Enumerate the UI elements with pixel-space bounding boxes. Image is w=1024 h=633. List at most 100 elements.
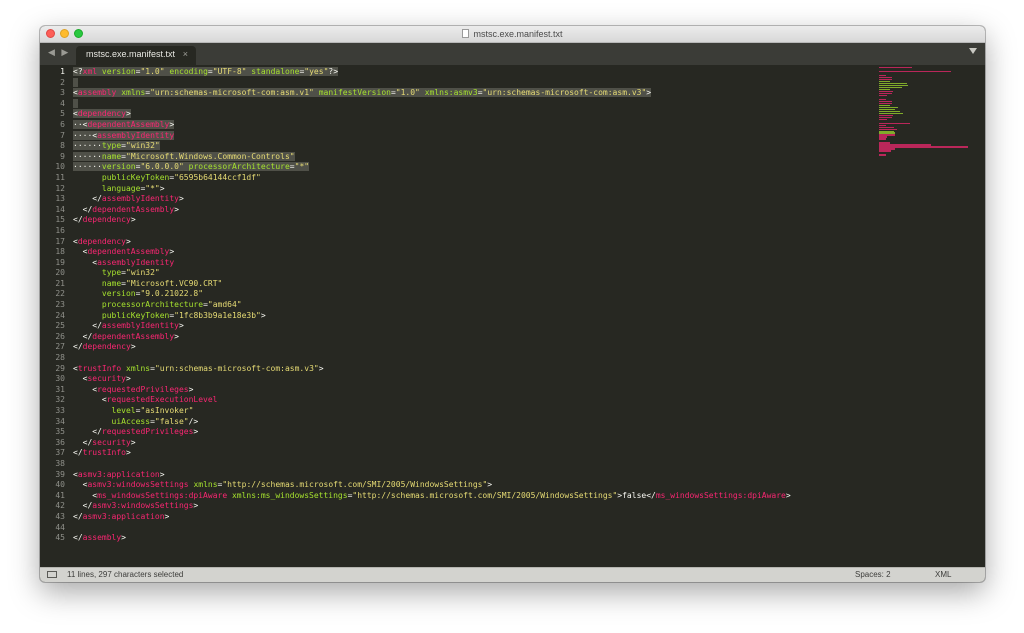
code-line[interactable] xyxy=(73,353,873,364)
code-token: "1.0" xyxy=(395,88,420,98)
code-token: > xyxy=(126,109,131,119)
code-line[interactable]: </trustInfo> xyxy=(73,448,873,459)
minimap-line xyxy=(879,118,887,120)
code-line[interactable]: <security> xyxy=(73,374,873,385)
line-number: 11 xyxy=(55,172,65,182)
minimap-line xyxy=(879,67,912,69)
code-line[interactable]: ····<assemblyIdentity xyxy=(73,130,873,142)
line-number: 42 xyxy=(55,501,65,511)
indentation-status[interactable]: Spaces: 2 xyxy=(855,570,891,579)
code-line[interactable]: <?xml version="1.0" encoding="UTF-8" sta… xyxy=(73,67,873,78)
code-token: "false" xyxy=(154,416,189,426)
code-line[interactable]: version="9.0.21022.8" xyxy=(73,289,873,300)
code-line[interactable] xyxy=(73,226,873,237)
code-token: xmlns:asmv3 xyxy=(424,88,478,98)
code-token: > xyxy=(785,490,791,500)
code-line[interactable]: publicKeyToken="6595b64144ccf1df" xyxy=(73,173,873,184)
code-area[interactable]: <?xml version="1.0" encoding="UTF-8" sta… xyxy=(73,67,873,544)
tab-nav-arrows-icon[interactable]: ◀ ▶ xyxy=(48,47,70,58)
code-token: "urn:schemas-microsoft-com:asm.v1" xyxy=(150,88,314,98)
panel-toggle-icon[interactable] xyxy=(47,571,57,578)
tab-menu-chevron-down-icon[interactable] xyxy=(969,48,977,54)
code-line[interactable]: <asmv3:windowsSettings xmlns="http://sch… xyxy=(73,480,873,491)
code-line[interactable]: </asmv3:windowsSettings> xyxy=(73,501,873,512)
code-token: </ xyxy=(73,448,83,458)
code-line[interactable]: </requestedPrivileges> xyxy=(73,427,873,438)
code-token: < xyxy=(73,257,98,267)
code-token: processorArchitecture xyxy=(101,300,204,310)
code-token: security xyxy=(92,437,131,447)
code-token: > xyxy=(487,480,493,490)
code-token: "6595b64144ccf1df" xyxy=(174,172,261,182)
code-line[interactable]: </dependency> xyxy=(73,342,873,353)
code-token: dependentAssembly xyxy=(87,119,170,129)
code-line[interactable]: type="win32" xyxy=(73,268,873,279)
code-line[interactable]: <assembly xmlns="urn:schemas-microsoft-c… xyxy=(73,88,873,99)
code-token: trustInfo xyxy=(82,448,126,458)
code-line[interactable]: language="*"> xyxy=(73,184,873,195)
code-token: publicKeyToken xyxy=(101,172,170,182)
code-line[interactable]: name="Microsoft.VC90.CRT" xyxy=(73,279,873,290)
code-line[interactable] xyxy=(73,523,873,534)
code-line[interactable]: <requestedPrivileges> xyxy=(73,385,873,396)
line-number: 30 xyxy=(55,374,65,384)
code-token: assembly xyxy=(82,533,122,543)
line-number: 3 xyxy=(60,88,65,98)
code-line[interactable]: <dependentAssembly> xyxy=(73,247,873,258)
code-editor[interactable]: 1 2 3 4 5 6 7 8 9 10 11 12 13 14 15 16 17 18 19 20 21 22 23 24 2… xyxy=(40,65,985,567)
code-token: < xyxy=(73,374,88,384)
code-line[interactable]: uiAccess="false"/> xyxy=(73,417,873,428)
code-line[interactable]: </dependency> xyxy=(73,215,873,226)
line-number: 44 xyxy=(55,522,65,532)
code-line[interactable]: ······type="win32" xyxy=(73,141,873,152)
line-number: 38 xyxy=(55,458,65,468)
code-line[interactable]: <requestedExecutionLevel xyxy=(73,395,873,406)
code-line[interactable]: <assemblyIdentity xyxy=(73,258,873,269)
code-token: dependentAssembly xyxy=(87,247,170,257)
code-line[interactable]: ······version="6.0.0.0" processorArchite… xyxy=(73,162,873,173)
code-line[interactable]: </assemblyIdentity> xyxy=(73,194,873,205)
code-line[interactable]: </asmv3:application> xyxy=(73,512,873,523)
code-token: publicKeyToken xyxy=(101,310,170,320)
code-line[interactable]: <ms_windowsSettings:dpiAware xmlns:ms_wi… xyxy=(73,491,873,502)
code-line[interactable]: <dependency> xyxy=(73,237,873,248)
minimap-line xyxy=(879,154,886,156)
code-token: requestedPrivileges xyxy=(97,384,189,394)
code-token: version xyxy=(101,289,136,299)
line-number-gutter: 1 2 3 4 5 6 7 8 9 10 11 12 13 14 15 16 17 18 19 20 21 22 23 24 2… xyxy=(40,67,65,544)
code-token: uiAccess xyxy=(111,416,151,426)
code-line[interactable]: </assembly> xyxy=(73,533,873,544)
syntax-status[interactable]: XML xyxy=(935,570,951,579)
code-line[interactable]: </dependentAssembly> xyxy=(73,205,873,216)
minimap[interactable] xyxy=(879,67,979,156)
line-number: 21 xyxy=(55,278,65,288)
code-token: name xyxy=(101,278,122,288)
code-token: asmv3:application xyxy=(82,511,165,521)
tab-close-icon[interactable]: × xyxy=(183,49,188,59)
code-line[interactable]: level="asInvoker" xyxy=(73,406,873,417)
code-token: level xyxy=(111,406,136,415)
code-token: dependency xyxy=(82,342,131,352)
code-line[interactable] xyxy=(73,98,873,110)
code-token: >false</ xyxy=(617,490,656,500)
code-line[interactable]: <dependency> xyxy=(73,109,873,120)
code-token: </ xyxy=(73,511,83,521)
code-line[interactable]: processorArchitecture="amd64" xyxy=(73,300,873,311)
code-token: > xyxy=(126,236,131,246)
code-line[interactable]: </assemblyIdentity> xyxy=(73,321,873,332)
code-line[interactable]: <asmv3:application> xyxy=(73,470,873,481)
code-line[interactable]: ··<dependentAssembly> xyxy=(73,119,873,131)
code-line[interactable]: </security> xyxy=(73,438,873,449)
code-line[interactable]: ······name="Microsoft.Windows.Common-Con… xyxy=(73,151,873,163)
window-title: mstsc.exe.manifest.txt xyxy=(473,29,563,39)
code-line[interactable]: </dependentAssembly> xyxy=(73,332,873,343)
code-line[interactable]: publicKeyToken="1fc8b3b9a1e18e3b"> xyxy=(73,311,873,322)
tab-manifest[interactable]: mstsc.exe.manifest.txt × xyxy=(76,46,196,65)
code-line[interactable]: <trustInfo xmlns="urn:schemas-microsoft-… xyxy=(73,364,873,375)
code-token: </ xyxy=(73,533,83,543)
code-line[interactable] xyxy=(73,77,873,89)
code-token: dependentAssembly xyxy=(92,204,175,214)
code-line[interactable] xyxy=(73,459,873,470)
